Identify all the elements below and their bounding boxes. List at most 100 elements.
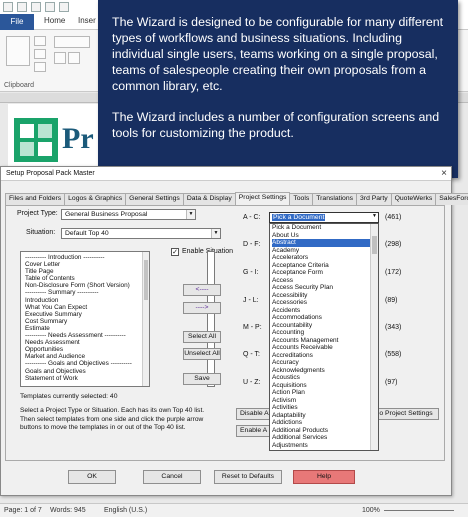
tab-general-settings[interactable]: General Settings — [125, 193, 184, 205]
tab-quotewerks[interactable]: QuoteWerks — [390, 193, 437, 205]
dropdown-item[interactable]: Adjustments — [272, 442, 378, 450]
redo-icon[interactable] — [45, 2, 55, 12]
zoom-slider[interactable] — [384, 510, 454, 511]
list-item[interactable]: ---------- Needs Assessment ---------- — [25, 332, 149, 339]
dropdown-item[interactable]: Acoustics — [272, 374, 378, 382]
dropdown-item[interactable]: Academy — [272, 247, 378, 255]
list-item[interactable]: Cover Letter — [25, 261, 149, 268]
dropdown-item[interactable]: Accounts Receivable — [272, 344, 378, 352]
reset-to-defaults-button[interactable]: Reset to Defaults — [214, 470, 282, 484]
cut-icon[interactable] — [34, 36, 46, 46]
tab-project-settings[interactable]: Project Settings — [234, 192, 291, 205]
close-icon[interactable]: × — [441, 168, 447, 179]
dropdown-item[interactable]: Acceptance Criteria — [272, 262, 378, 270]
list-item[interactable]: Cost Summary — [25, 318, 149, 325]
list-item[interactable]: Introduction — [25, 297, 149, 304]
cancel-button[interactable]: Cancel — [143, 470, 201, 484]
unselect-all-button[interactable]: Unselect All — [183, 348, 221, 360]
dropdown-item[interactable]: Accommodations — [272, 314, 378, 322]
language-indicator[interactable]: English (U.S.) — [104, 507, 147, 514]
save-icon[interactable] — [17, 2, 27, 12]
disable-all-button[interactable]: Disable A — [236, 408, 272, 420]
list-item[interactable]: ---------- Goals and Objectives --------… — [25, 360, 149, 367]
list-item[interactable]: Goals and Objectives — [25, 368, 149, 375]
list-item[interactable]: Executive Summary — [25, 311, 149, 318]
tab-file[interactable]: File — [0, 14, 34, 30]
enable-situation-checkbox[interactable]: ✓ — [171, 248, 179, 256]
tab-data-display[interactable]: Data & Display — [182, 193, 236, 205]
save-button[interactable]: Save — [183, 373, 221, 385]
list-item[interactable]: ---------- Introduction ---------- — [25, 254, 149, 261]
apply-to-project-settings-button[interactable]: o Project Settings — [373, 408, 439, 420]
dropdown-item[interactable]: Pick a Document — [272, 224, 378, 232]
tab-home[interactable]: Home — [44, 16, 65, 25]
tab-salesforce[interactable]: SalesForce — [435, 193, 468, 205]
dropdown-item[interactable]: Accidents — [272, 307, 378, 315]
project-type-select[interactable]: General Business Proposal ▼ — [61, 209, 196, 220]
list-item[interactable]: Table of Contents — [25, 275, 149, 282]
situation-select[interactable]: Default Top 40 ▼ — [61, 228, 221, 239]
top40-template-list[interactable]: ---------- Introduction ---------- Cover… — [20, 251, 150, 387]
dropdown-item[interactable]: Activities — [272, 404, 378, 412]
dropdown-item[interactable]: Accessibility — [272, 292, 378, 300]
tab-logos-graphics[interactable]: Logos & Graphics — [64, 193, 127, 205]
document-dropdown-list[interactable]: Pick a Document About Us Abstract Academ… — [269, 223, 379, 451]
dropdown-item[interactable]: Accounts Management — [272, 337, 378, 345]
dropdown-scrollbar[interactable] — [370, 224, 378, 450]
dropdown-item[interactable]: Accountability — [272, 322, 378, 330]
tab-insert[interactable]: Inser — [78, 16, 96, 25]
dropdown-item[interactable]: Additional Services — [272, 434, 378, 442]
list-scrollbar[interactable] — [142, 252, 149, 386]
scroll-thumb[interactable] — [144, 260, 148, 300]
dropdown-item[interactable]: Acceptance Form — [272, 269, 378, 277]
dropdown-item[interactable]: Accounting — [272, 329, 378, 337]
tab-files-and-folders[interactable]: Files and Folders — [5, 193, 66, 205]
font-name-box[interactable] — [54, 36, 90, 48]
print-icon[interactable] — [59, 2, 69, 12]
italic-icon[interactable] — [68, 52, 80, 64]
list-item[interactable]: What You Can Expect — [25, 304, 149, 311]
dropdown-item[interactable]: Acknowledgments — [272, 367, 378, 375]
scroll-thumb[interactable] — [372, 236, 377, 254]
select-all-button[interactable]: Select All — [183, 331, 221, 343]
dropdown-item[interactable]: Accelerators — [272, 254, 378, 262]
dropdown-item-highlighted[interactable]: Abstract — [272, 239, 378, 247]
list-item[interactable]: Non-Disclosure Form (Short Version) — [25, 282, 149, 289]
list-item[interactable]: Opportunities — [25, 346, 149, 353]
ok-button[interactable]: OK — [68, 470, 116, 484]
help-button[interactable]: Help — [293, 470, 355, 484]
list-item[interactable]: ---------- Summary ---------- — [25, 289, 149, 296]
dropdown-item[interactable]: Accessories — [272, 299, 378, 307]
dropdown-item[interactable]: Addictions — [272, 419, 378, 427]
dropdown-item[interactable]: Acquisitions — [272, 382, 378, 390]
dropdown-item[interactable]: About Us — [272, 232, 378, 240]
dropdown-item[interactable]: Activism — [272, 397, 378, 405]
document-select-a-c[interactable]: Pick a Document ▼ — [269, 212, 379, 223]
move-left-button[interactable]: <---- — [183, 284, 221, 296]
copy-icon[interactable] — [34, 49, 46, 59]
move-right-button[interactable]: ----> — [183, 302, 221, 314]
tab-translations[interactable]: Translations — [312, 193, 358, 205]
dropdown-item[interactable]: Action Plan — [272, 389, 378, 397]
dropdown-item[interactable]: Access — [272, 277, 378, 285]
available-template-list[interactable] — [207, 251, 215, 387]
list-item[interactable]: Statement of Work — [25, 375, 149, 382]
enable-all-button[interactable]: Enable A — [236, 425, 272, 437]
logo-text: Pr — [62, 122, 94, 155]
dropdown-item[interactable]: Access Security Plan — [272, 284, 378, 292]
bold-icon[interactable] — [54, 52, 66, 64]
format-painter-icon[interactable] — [34, 62, 46, 72]
tab-tools[interactable]: Tools — [289, 193, 314, 205]
list-item[interactable]: Title Page — [25, 268, 149, 275]
undo-icon[interactable] — [31, 2, 41, 12]
list-item[interactable]: Estimate — [25, 325, 149, 332]
zoom-level[interactable]: 100% — [362, 507, 380, 514]
list-item[interactable]: Needs Assessment — [25, 339, 149, 346]
tab-3rd-party[interactable]: 3rd Party — [356, 193, 392, 205]
dropdown-item[interactable]: Additional Products — [272, 427, 378, 435]
dropdown-item[interactable]: Adaptability — [272, 412, 378, 420]
list-item[interactable]: Market and Audience — [25, 353, 149, 360]
paste-icon[interactable] — [6, 36, 30, 66]
dropdown-item[interactable]: Accuracy — [272, 359, 378, 367]
dropdown-item[interactable]: Accreditations — [272, 352, 378, 360]
